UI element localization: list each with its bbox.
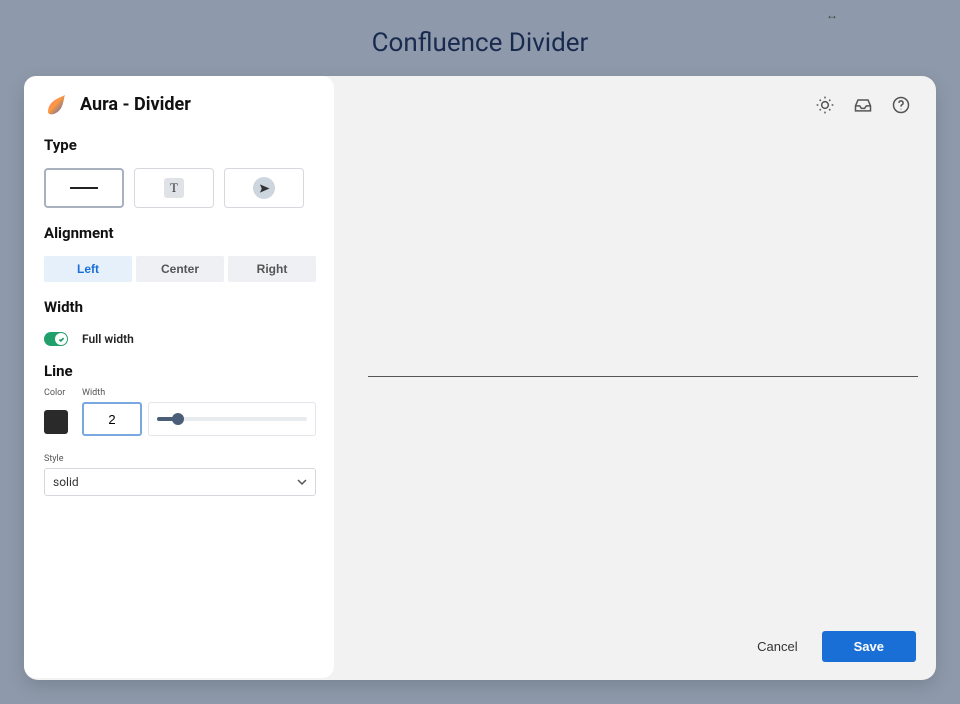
text-icon: T [164, 178, 184, 198]
line-icon [70, 187, 98, 189]
footer-actions: Cancel Save [747, 631, 916, 662]
inbox-icon[interactable] [852, 94, 874, 116]
cancel-button[interactable]: Cancel [747, 631, 807, 662]
modal: Aura - Divider Type T Alignment Left Cen… [24, 76, 936, 680]
settings-sidebar: Aura - Divider Type T Alignment Left Cen… [24, 76, 334, 678]
sidebar-header: Aura - Divider [44, 92, 316, 116]
alignment-options: Left Center Right [44, 256, 316, 282]
slider-track [157, 417, 307, 421]
save-button[interactable]: Save [822, 631, 916, 662]
line-section-label: Line [44, 362, 316, 380]
type-label: Type [44, 136, 316, 154]
style-label: Style [44, 454, 316, 464]
divider-preview [368, 376, 918, 377]
color-col: Color [44, 388, 68, 436]
style-select-value: solid [53, 475, 79, 489]
top-icon-bar [814, 94, 912, 116]
align-right-button[interactable]: Right [228, 256, 316, 282]
sidebar-title: Aura - Divider [80, 94, 191, 115]
full-width-row: Full width [44, 332, 316, 346]
line-row: Color Width [44, 388, 316, 436]
line-width-slider[interactable] [148, 402, 316, 436]
line-width-input[interactable] [82, 402, 142, 436]
align-center-button[interactable]: Center [136, 256, 224, 282]
color-label: Color [44, 388, 68, 398]
chevron-down-icon [297, 477, 307, 487]
send-icon [253, 177, 275, 199]
full-width-label: Full width [82, 332, 134, 346]
swap-icon: ↔ [826, 8, 840, 22]
type-options: T [44, 168, 316, 208]
align-left-button[interactable]: Left [44, 256, 132, 282]
type-option-icon[interactable] [224, 168, 304, 208]
line-width-label: Width [82, 388, 316, 398]
color-picker[interactable] [44, 410, 68, 434]
sun-icon[interactable] [814, 94, 836, 116]
style-select[interactable]: solid [44, 468, 316, 496]
style-col: Style solid [44, 454, 316, 496]
type-option-line[interactable] [44, 168, 124, 208]
line-width-row [82, 402, 316, 436]
alignment-label: Alignment [44, 224, 316, 242]
help-icon[interactable] [890, 94, 912, 116]
aura-logo [44, 92, 68, 116]
width-section-label: Width [44, 298, 316, 316]
full-width-toggle[interactable] [44, 332, 68, 346]
preview-area: Cancel Save [334, 76, 936, 680]
page-title: Confluence Divider [0, 28, 960, 58]
type-option-text[interactable]: T [134, 168, 214, 208]
slider-thumb[interactable] [172, 413, 184, 425]
line-width-col: Width [82, 388, 316, 436]
toggle-knob [55, 333, 67, 345]
